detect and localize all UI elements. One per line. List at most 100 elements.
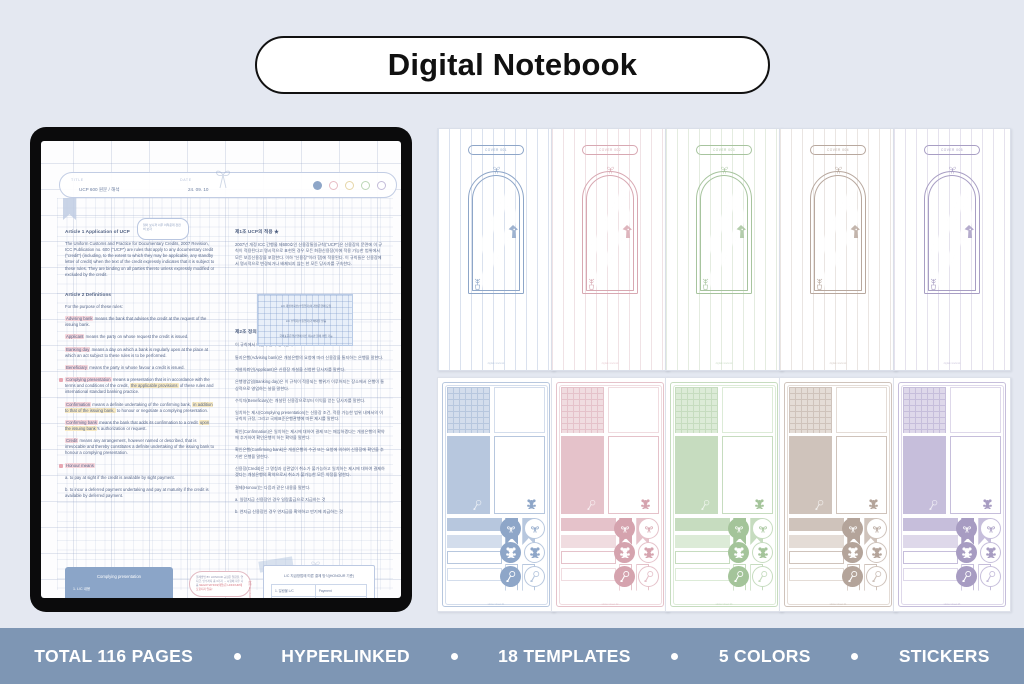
bird-silhouette-icon — [622, 225, 633, 238]
circle-sticker-bow-filled[interactable] — [956, 518, 977, 539]
circle-sticker-bow-outline[interactable] — [638, 518, 659, 539]
sticker-sheet-blue[interactable]: sticker sheet 01 — [437, 377, 555, 612]
label-bar[interactable] — [789, 518, 844, 531]
color-dot-yellow[interactable] — [345, 181, 354, 190]
blank-sticker-large[interactable] — [722, 436, 773, 514]
label-bar[interactable] — [789, 551, 844, 564]
circle-sticker-rattle-filled[interactable] — [614, 566, 635, 587]
circle-sticker-rattle-filled[interactable] — [500, 566, 521, 587]
cover-template-pink[interactable]: COVER 002 digital notebook — [551, 128, 669, 371]
circle-sticker-bear-outline[interactable] — [638, 542, 659, 563]
teddy-bear-icon — [757, 547, 768, 559]
blank-sticker[interactable] — [608, 387, 659, 433]
sticker-sheet-green[interactable]: sticker sheet 03 — [665, 377, 783, 612]
circle-sticker-bear-filled[interactable] — [956, 542, 977, 563]
gingham-sticker[interactable] — [789, 387, 833, 433]
label-bar[interactable] — [561, 518, 616, 531]
blank-sticker[interactable] — [722, 387, 773, 433]
label-bar[interactable] — [903, 518, 958, 531]
circle-sticker-bear-filled[interactable] — [500, 542, 521, 563]
blank-sticker-large[interactable] — [950, 436, 1001, 514]
circle-sticker-bear-filled[interactable] — [728, 542, 749, 563]
circle-sticker-bow-filled[interactable] — [500, 518, 521, 539]
label-bar[interactable] — [561, 567, 616, 581]
rattle-icon — [929, 499, 938, 510]
circle-sticker-rattle-outline[interactable] — [866, 566, 887, 587]
label-bar[interactable] — [675, 567, 730, 581]
label-bar[interactable] — [447, 551, 502, 564]
label-bar[interactable] — [903, 534, 958, 548]
label-bar[interactable] — [903, 567, 958, 581]
label-bar[interactable] — [447, 567, 502, 581]
definition-term-kr: 결제(Honour) — [235, 484, 259, 490]
label-bar[interactable] — [789, 567, 844, 581]
bow-icon — [644, 526, 653, 533]
definition-entry: Honour means — [59, 462, 215, 469]
label-bar[interactable] — [675, 551, 730, 564]
circle-sticker-bear-filled[interactable] — [842, 542, 863, 563]
label-bar[interactable] — [447, 534, 502, 548]
solid-color-sticker[interactable] — [789, 436, 833, 514]
cover-template-green[interactable]: COVER 003 digital notebook — [665, 128, 783, 371]
circle-sticker-bow-outline[interactable] — [752, 518, 773, 539]
circle-sticker-bear-outline[interactable] — [866, 542, 887, 563]
blank-sticker[interactable] — [494, 387, 545, 433]
circle-sticker-rattle-filled[interactable] — [956, 566, 977, 587]
label-bar[interactable] — [561, 534, 616, 548]
color-dot-pink[interactable] — [329, 181, 338, 190]
cover-template-blue[interactable]: COVER 001 digital notebook — [437, 128, 555, 371]
label-bar[interactable] — [561, 551, 616, 564]
color-dot-purple[interactable] — [377, 181, 386, 190]
label-bar[interactable] — [903, 551, 958, 564]
label-bar[interactable] — [675, 518, 730, 531]
solid-color-sticker[interactable] — [903, 436, 947, 514]
bow-icon — [986, 526, 995, 533]
blank-sticker[interactable] — [950, 387, 1001, 433]
circle-sticker-rattle-outline[interactable] — [638, 566, 659, 587]
definition-term: Confirmation — [65, 401, 92, 407]
sticker-sheet-beige[interactable]: sticker sheet 04 — [779, 377, 897, 612]
gingham-sticker[interactable] — [561, 387, 605, 433]
blank-sticker[interactable] — [836, 387, 887, 433]
circle-sticker-rattle-outline[interactable] — [524, 566, 545, 587]
cover-template-purple[interactable]: COVER 005 digital notebook — [893, 128, 1011, 371]
gingham-sticker[interactable] — [447, 387, 491, 433]
tablet-screen: TITLE UCP 600 원문 / 해석 DATE 24. 09. 10 Ar… — [41, 141, 401, 598]
blank-sticker-large[interactable] — [494, 436, 545, 514]
solid-color-sticker[interactable] — [447, 436, 491, 514]
circle-icon-stickers — [728, 518, 773, 587]
solid-color-sticker[interactable] — [561, 436, 605, 514]
circle-sticker-bear-outline[interactable] — [752, 542, 773, 563]
circle-sticker-bow-outline[interactable] — [524, 518, 545, 539]
cover-template-beige[interactable]: COVER 004 digital notebook — [779, 128, 897, 371]
circle-sticker-bear-outline[interactable] — [980, 542, 1001, 563]
circle-sticker-rattle-filled[interactable] — [728, 566, 749, 587]
label-bar[interactable] — [447, 518, 502, 531]
potted-plant-icon — [474, 278, 480, 290]
gingham-sticker[interactable] — [903, 387, 947, 433]
circle-sticker-bow-outline[interactable] — [866, 518, 887, 539]
color-dot-blue[interactable] — [313, 181, 322, 190]
sticker-sheet-pink[interactable]: sticker sheet 02 — [551, 377, 669, 612]
color-dot-green[interactable] — [361, 181, 370, 190]
sticker-sheet-purple[interactable]: sticker sheet 05 — [893, 377, 1011, 612]
definition-term: Honour means — [65, 462, 95, 468]
blank-sticker-large[interactable] — [608, 436, 659, 514]
gingham-sticker[interactable] — [675, 387, 719, 433]
circle-sticker-bear-filled[interactable] — [614, 542, 635, 563]
bow-icon — [506, 526, 515, 533]
circle-sticker-rattle-outline[interactable] — [752, 566, 773, 587]
label-bar[interactable] — [789, 534, 844, 548]
teddy-bear-icon — [847, 547, 858, 559]
circle-sticker-bow-filled[interactable] — [614, 518, 635, 539]
label-bar[interactable] — [675, 534, 730, 548]
color-dot-group[interactable] — [313, 181, 386, 190]
circle-sticker-bow-filled[interactable] — [842, 518, 863, 539]
circle-sticker-bear-outline[interactable] — [524, 542, 545, 563]
circle-sticker-bow-outline[interactable] — [980, 518, 1001, 539]
circle-sticker-rattle-filled[interactable] — [842, 566, 863, 587]
blank-sticker-large[interactable] — [836, 436, 887, 514]
solid-color-sticker[interactable] — [675, 436, 719, 514]
circle-sticker-bow-filled[interactable] — [728, 518, 749, 539]
circle-sticker-rattle-outline[interactable] — [980, 566, 1001, 587]
